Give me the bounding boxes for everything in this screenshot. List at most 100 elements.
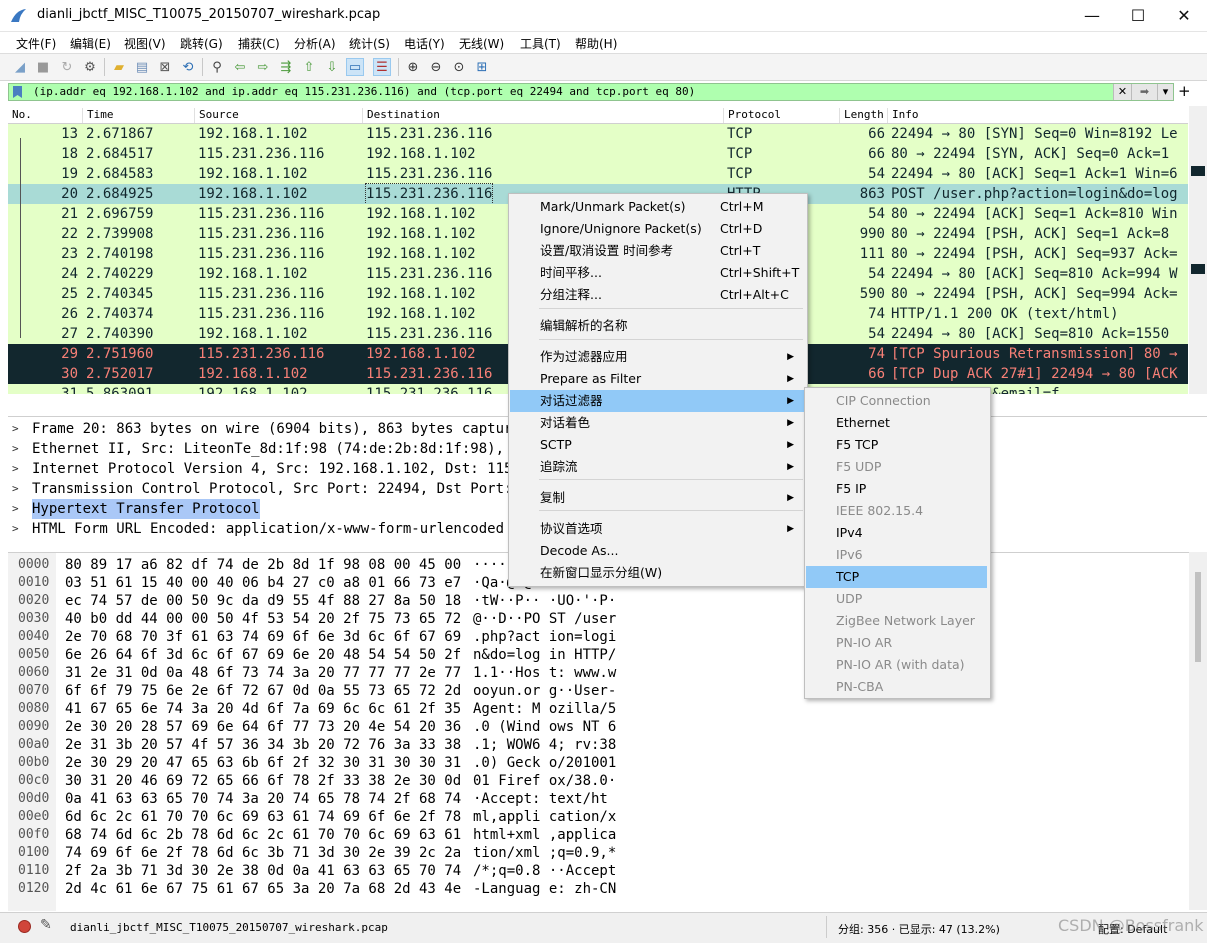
go-back-icon[interactable]: ⇦ — [231, 58, 249, 76]
submenu-item[interactable]: F5 TCP — [806, 434, 987, 456]
packet-list-scrollbar[interactable] — [1189, 106, 1207, 394]
hex-row[interactable]: 00c0 30 31 20 46 69 72 65 66 6f 78 2f 33 … — [8, 772, 1207, 790]
col-protocol[interactable]: Protocol — [723, 108, 781, 123]
hex-row[interactable]: 0100 74 69 6f 6e 2f 78 6d 6c 3b 71 3d 30 … — [8, 844, 1207, 862]
packet-row[interactable]: 18 2.684517 115.231.236.116 192.168.1.102 TC… — [8, 144, 1188, 164]
menu-tools[interactable]: 工具(T) — [520, 35, 561, 52]
find-packet-icon[interactable]: ⚲ — [208, 58, 226, 76]
context-menu-item[interactable]: 追踪流 ▶ — [510, 456, 806, 478]
save-file-icon[interactable]: ▤ — [133, 58, 151, 76]
menu-analyze[interactable]: 分析(A) — [294, 35, 336, 52]
open-file-icon[interactable]: ▰ — [110, 58, 128, 76]
go-first-icon[interactable]: ⇧ — [300, 58, 318, 76]
packet-row[interactable]: 13 2.671867 192.168.1.102 115.231.236.116 TC… — [8, 124, 1188, 144]
capture-options-icon[interactable]: ⚙ — [81, 58, 99, 76]
submenu-item[interactable]: F5 IP — [806, 478, 987, 500]
maximize-button[interactable]: ☐ — [1115, 0, 1161, 32]
hex-row[interactable]: 00f0 68 74 6d 6c 2b 78 6d 6c 2c 61 70 70 … — [8, 826, 1207, 844]
context-menu-item[interactable]: Prepare as Filter ▶ — [510, 368, 806, 390]
col-time[interactable]: Time — [82, 108, 114, 123]
zoom-out-icon[interactable]: ⊖ — [427, 58, 445, 76]
hex-row[interactable]: 0120 2d 4c 61 6e 67 75 61 67 65 3a 20 7a … — [8, 880, 1207, 898]
hex-row[interactable]: 00e0 6d 6c 2c 61 70 70 6c 69 63 61 74 69 … — [8, 808, 1207, 826]
go-forward-icon[interactable]: ⇨ — [254, 58, 272, 76]
menu-file[interactable]: 文件(F) — [16, 35, 56, 52]
hex-row[interactable]: 0070 6f 6f 79 75 6e 2e 6f 72 67 0d 0a 55 … — [8, 682, 1207, 700]
hex-row[interactable]: 0040 2e 70 68 70 3f 61 63 74 69 6f 6e 3d … — [8, 628, 1207, 646]
hex-row[interactable]: 0090 2e 30 20 28 57 69 6e 64 6f 77 73 20 … — [8, 718, 1207, 736]
context-menu-item[interactable]: 编辑解析的名称 — [510, 315, 806, 337]
scroll-thumb[interactable] — [1195, 572, 1201, 662]
context-menu-item[interactable]: 在新窗口显示分组(W) — [510, 562, 806, 584]
context-menu-item[interactable]: 作为过滤器应用 ▶ — [510, 346, 806, 368]
start-capture-icon[interactable]: ◢ — [11, 58, 29, 76]
context-menu-item[interactable]: 对话着色 ▶ — [510, 412, 806, 434]
context-menu-item[interactable]: Ignore/Unignore Packet(s) Ctrl+D — [510, 218, 806, 240]
context-menu-item[interactable]: 复制 ▶ — [510, 487, 806, 509]
capture-comment-icon[interactable]: ✎ — [40, 917, 52, 933]
context-menu-item[interactable]: 设置/取消设置 时间参考 Ctrl+T — [510, 240, 806, 262]
packet-row[interactable]: 19 2.684583 192.168.1.102 115.231.236.116 TC… — [8, 164, 1188, 184]
packet-bytes-pane[interactable]: 0000 80 89 17 a6 82 df 74 de 2b 8d 1f 98 … — [8, 552, 1207, 911]
autoscroll-icon[interactable]: ▭ — [346, 58, 364, 76]
menu-statistics[interactable]: 统计(S) — [349, 35, 390, 52]
hex-row[interactable]: 0030 40 b0 dd 44 00 00 50 4f 53 54 20 2f … — [8, 610, 1207, 628]
display-filter-input[interactable]: (ip.addr eq 192.168.1.102 and ip.addr eq… — [33, 85, 695, 98]
col-source[interactable]: Source — [194, 108, 239, 123]
menu-wireless[interactable]: 无线(W) — [459, 35, 504, 52]
stop-capture-icon[interactable]: ■ — [34, 58, 52, 76]
clear-filter-button[interactable]: ✕ — [1113, 84, 1131, 100]
submenu-item[interactable]: Ethernet — [806, 412, 987, 434]
close-file-icon[interactable]: ⊠ — [156, 58, 174, 76]
context-menu-item[interactable]: 分组注释... Ctrl+Alt+C — [510, 284, 806, 306]
expand-arrow-icon[interactable]: > — [12, 479, 19, 499]
menu-help[interactable]: 帮助(H) — [575, 35, 617, 52]
menu-capture[interactable]: 捕获(C) — [238, 35, 280, 52]
add-filter-button[interactable]: + — [1178, 82, 1191, 100]
zoom-reset-icon[interactable]: ⊙ — [450, 58, 468, 76]
hex-row[interactable]: 0110 2f 2a 3b 71 3d 30 2e 38 0d 0a 41 63 … — [8, 862, 1207, 880]
expand-arrow-icon[interactable]: > — [12, 419, 19, 439]
colorize-icon[interactable]: ☰ — [373, 58, 391, 76]
context-menu-item[interactable]: Decode As... — [510, 540, 806, 562]
context-menu-item[interactable]: SCTP ▶ — [510, 434, 806, 456]
go-last-icon[interactable]: ⇩ — [323, 58, 341, 76]
expert-info-icon[interactable] — [18, 920, 31, 933]
menu-view[interactable]: 视图(V) — [124, 35, 166, 52]
expand-arrow-icon[interactable]: > — [12, 439, 19, 459]
hex-row[interactable]: 00d0 0a 41 63 63 65 70 74 3a 20 74 65 78 … — [8, 790, 1207, 808]
context-menu-item[interactable]: 时间平移... Ctrl+Shift+T — [510, 262, 806, 284]
expand-arrow-icon[interactable]: > — [12, 459, 19, 479]
close-button[interactable]: ✕ — [1161, 0, 1207, 32]
resize-columns-icon[interactable]: ⊞ — [473, 58, 491, 76]
filter-history-dropdown[interactable]: ▾ — [1157, 84, 1173, 100]
context-menu-item[interactable]: 协议首选项 ▶ — [510, 518, 806, 540]
bytes-scrollbar[interactable] — [1189, 552, 1207, 910]
minimize-button[interactable]: — — [1069, 0, 1115, 32]
apply-filter-button[interactable]: ➡ — [1131, 84, 1157, 100]
context-menu-item[interactable]: Mark/Unmark Packet(s) Ctrl+M — [510, 196, 806, 218]
col-no[interactable]: No. — [8, 108, 32, 123]
menu-telephony[interactable]: 电话(Y) — [404, 35, 445, 52]
hex-row[interactable]: 0050 6e 26 64 6f 3d 6c 6f 67 69 6e 20 48 … — [8, 646, 1207, 664]
display-filter-bar[interactable]: (ip.addr eq 192.168.1.102 and ip.addr eq… — [8, 83, 1174, 101]
hex-row[interactable]: 0060 31 2e 31 0d 0a 48 6f 73 74 3a 20 77 … — [8, 664, 1207, 682]
hex-row[interactable]: 00a0 2e 31 3b 20 57 4f 57 36 34 3b 20 72 … — [8, 736, 1207, 754]
restart-capture-icon[interactable]: ↻ — [58, 58, 76, 76]
col-destination[interactable]: Destination — [362, 108, 440, 123]
bookmark-icon[interactable] — [13, 86, 22, 98]
menu-edit[interactable]: 编辑(E) — [70, 35, 111, 52]
context-menu-item[interactable]: 对话过滤器 ▶ — [510, 390, 806, 412]
submenu-item[interactable]: IPv4 — [806, 522, 987, 544]
submenu-item[interactable]: TCP — [806, 566, 987, 588]
col-info[interactable]: Info — [887, 108, 919, 123]
zoom-in-icon[interactable]: ⊕ — [404, 58, 422, 76]
hex-row[interactable]: 0080 41 67 65 6e 74 3a 20 4d 6f 7a 69 6c … — [8, 700, 1207, 718]
expand-arrow-icon[interactable]: > — [12, 499, 19, 519]
hex-row[interactable]: 00b0 2e 30 29 20 47 65 63 6b 6f 2f 32 30 … — [8, 754, 1207, 772]
go-to-packet-icon[interactable]: ⇶ — [277, 58, 295, 76]
hex-row[interactable]: 0020 ec 74 57 de 00 50 9c da d9 55 4f 88 … — [8, 592, 1207, 610]
menu-go[interactable]: 跳转(G) — [180, 35, 223, 52]
reload-file-icon[interactable]: ⟲ — [179, 58, 197, 76]
expand-arrow-icon[interactable]: > — [12, 519, 19, 539]
